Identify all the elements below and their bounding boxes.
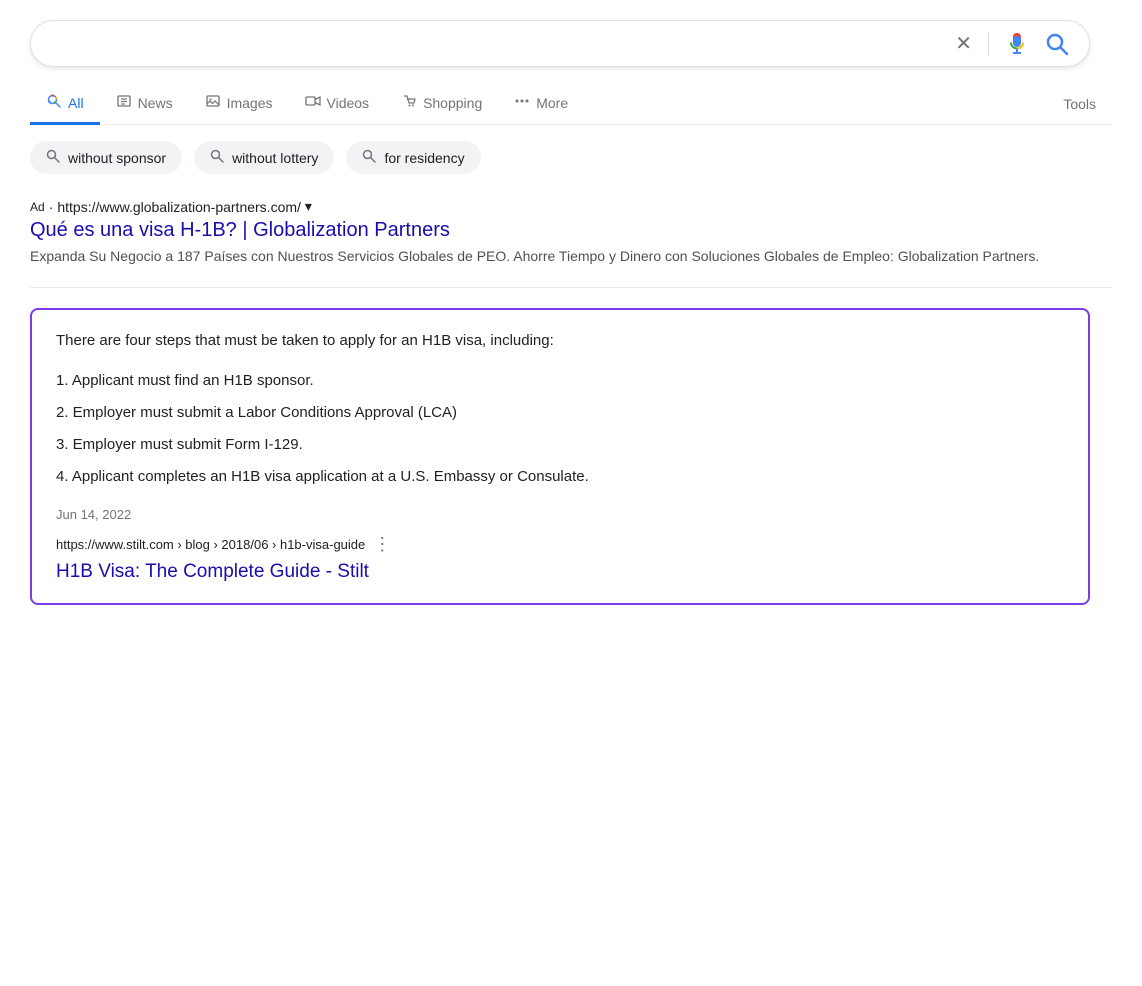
more-dots-icon xyxy=(514,93,530,112)
ad-label: Ad xyxy=(30,200,45,214)
snippet-more-options-icon[interactable]: ⋮ xyxy=(373,534,391,555)
ad-url-separator: · xyxy=(49,199,54,215)
chip-without-sponsor[interactable]: without sponsor xyxy=(30,141,182,174)
tab-news[interactable]: News xyxy=(100,83,189,125)
tab-all-label: All xyxy=(68,95,84,111)
featured-snippet: There are four steps that must be taken … xyxy=(30,308,1090,605)
search-input[interactable]: How to get an H1B visa xyxy=(51,33,955,54)
divider xyxy=(988,32,989,56)
search-button-icon[interactable] xyxy=(1045,32,1069,56)
news-icon xyxy=(116,93,132,112)
images-icon xyxy=(205,93,221,112)
ad-url-text: https://www.globalization-partners.com/ xyxy=(57,199,301,215)
chip-without-lottery-label: without lottery xyxy=(232,150,318,166)
chip-for-residency-label: for residency xyxy=(384,150,464,166)
all-tab-icon xyxy=(46,93,62,112)
snippet-intro: There are four steps that must be taken … xyxy=(56,330,1064,353)
tab-images[interactable]: Images xyxy=(189,83,289,125)
tab-images-label: Images xyxy=(227,95,273,111)
ad-section: Ad · https://www.globalization-partners.… xyxy=(30,198,1112,267)
chip-without-sponsor-label: without sponsor xyxy=(68,150,166,166)
chip-for-residency[interactable]: for residency xyxy=(346,141,480,174)
tab-news-label: News xyxy=(138,95,173,111)
close-icon[interactable]: ✕ xyxy=(955,31,972,56)
snippet-step-1: 1. Applicant must find an H1B sponsor. xyxy=(56,365,1064,397)
snippet-step-3: 3. Employer must submit Form I-129. xyxy=(56,429,1064,461)
tab-videos[interactable]: Videos xyxy=(289,83,386,125)
ad-description: Expanda Su Negocio a 187 Países con Nues… xyxy=(30,246,1112,267)
tools-button[interactable]: Tools xyxy=(1047,86,1112,122)
snippet-source-url: https://www.stilt.com › blog › 2018/06 ›… xyxy=(56,537,365,552)
snippet-result-link[interactable]: H1B Visa: The Complete Guide - Stilt xyxy=(56,561,369,582)
tab-more-label: More xyxy=(536,95,568,111)
chip-without-lottery[interactable]: without lottery xyxy=(194,141,334,174)
ad-url-line: Ad · https://www.globalization-partners.… xyxy=(30,198,1112,215)
videos-icon xyxy=(305,93,321,112)
nav-tabs: All News Images xyxy=(30,83,1112,125)
chip-search-icon-2 xyxy=(210,149,224,166)
tab-more[interactable]: More xyxy=(498,83,584,125)
ad-title-link[interactable]: Qué es una visa H-1B? | Globalization Pa… xyxy=(30,219,450,241)
snippet-step-2: 2. Employer must submit a Labor Conditio… xyxy=(56,397,1064,429)
tab-videos-label: Videos xyxy=(327,95,370,111)
chip-search-icon-1 xyxy=(46,149,60,166)
ad-dropdown-icon[interactable]: ▾ xyxy=(305,198,312,215)
tab-shopping[interactable]: Shopping xyxy=(385,83,498,125)
search-icons: ✕ xyxy=(955,31,1069,56)
chip-search-icon-3 xyxy=(362,149,376,166)
mic-icon[interactable] xyxy=(1005,32,1029,56)
snippet-source-line: https://www.stilt.com › blog › 2018/06 ›… xyxy=(56,534,1064,555)
snippet-date: Jun 14, 2022 xyxy=(56,507,1064,522)
suggestion-chips: without sponsor without lottery for resi… xyxy=(30,141,1112,174)
shopping-icon xyxy=(401,93,417,112)
tab-all[interactable]: All xyxy=(30,83,100,125)
snippet-steps-list: 1. Applicant must find an H1B sponsor. 2… xyxy=(56,365,1064,493)
tab-shopping-label: Shopping xyxy=(423,95,482,111)
snippet-step-4: 4. Applicant completes an H1B visa appli… xyxy=(56,461,1064,493)
section-divider xyxy=(30,287,1112,288)
search-bar: How to get an H1B visa ✕ xyxy=(30,20,1090,67)
